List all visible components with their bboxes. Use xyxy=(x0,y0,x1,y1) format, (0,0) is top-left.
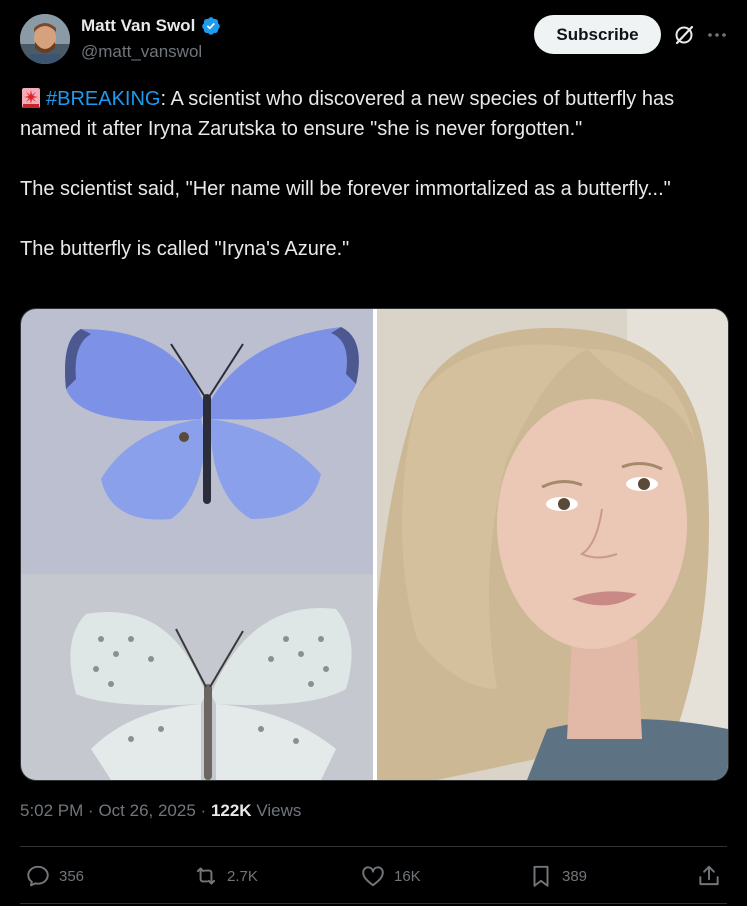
author-display-name[interactable]: Matt Van Swol xyxy=(81,16,195,36)
tweet-meta: 5:02 PM · Oct 26, 2025 · 122K Views xyxy=(20,801,301,821)
reply-count: 356 xyxy=(59,867,85,885)
meta-separator: · xyxy=(200,801,207,820)
tweet-media[interactable] xyxy=(20,308,729,781)
action-bar: 356 2.7K 16K 389 xyxy=(0,858,747,894)
avatar[interactable] xyxy=(20,14,70,64)
tweet-paragraph-2: The scientist said, "Her name will be fo… xyxy=(20,178,671,200)
bookmark-count: 389 xyxy=(562,867,588,885)
subscribe-button[interactable]: Subscribe xyxy=(534,15,661,54)
repost-icon xyxy=(196,867,216,885)
views-label: Views xyxy=(256,801,302,820)
tweet: Matt Van Swol @matt_vanswol Subscribe #B… xyxy=(0,0,747,906)
share-icon xyxy=(699,865,719,886)
meta-separator: · xyxy=(88,801,94,820)
rotating-light-emoji-icon xyxy=(22,88,40,108)
butterfly-photo[interactable] xyxy=(21,309,373,780)
hashtag-breaking-link[interactable]: #BREAKING xyxy=(46,88,160,110)
divider xyxy=(20,846,727,847)
avatar-image xyxy=(20,14,70,64)
share-button[interactable] xyxy=(696,858,722,894)
divider xyxy=(20,903,727,904)
bookmark-icon xyxy=(533,865,549,887)
reply-button[interactable]: 356 xyxy=(25,858,84,894)
repost-button[interactable]: 2.7K xyxy=(193,858,258,894)
author-name-row[interactable]: Matt Van Swol xyxy=(81,16,221,36)
reply-icon xyxy=(27,865,49,887)
repost-count: 2.7K xyxy=(227,867,258,885)
portrait-photo[interactable] xyxy=(377,309,728,780)
tweet-paragraph-3: The butterfly is called "Iryna's Azure." xyxy=(20,238,350,260)
like-button[interactable]: 16K xyxy=(360,858,421,894)
tweet-time[interactable]: 5:02 PM xyxy=(20,801,83,820)
tweet-text: #BREAKING: A scientist who discovered a … xyxy=(20,84,720,294)
author-handle[interactable]: @matt_vanswol xyxy=(81,42,202,62)
tweet-paragraph-1: #BREAKING: A scientist who discovered a … xyxy=(20,84,720,144)
heart-icon xyxy=(362,866,384,887)
grok-icon[interactable] xyxy=(672,23,696,47)
tweet-date[interactable]: Oct 26, 2025 xyxy=(98,801,195,820)
like-count: 16K xyxy=(394,867,421,885)
verified-badge-icon[interactable] xyxy=(201,16,221,36)
more-options-icon[interactable] xyxy=(705,23,729,47)
bookmark-button[interactable]: 389 xyxy=(528,858,587,894)
views-count: 122K xyxy=(210,801,252,820)
